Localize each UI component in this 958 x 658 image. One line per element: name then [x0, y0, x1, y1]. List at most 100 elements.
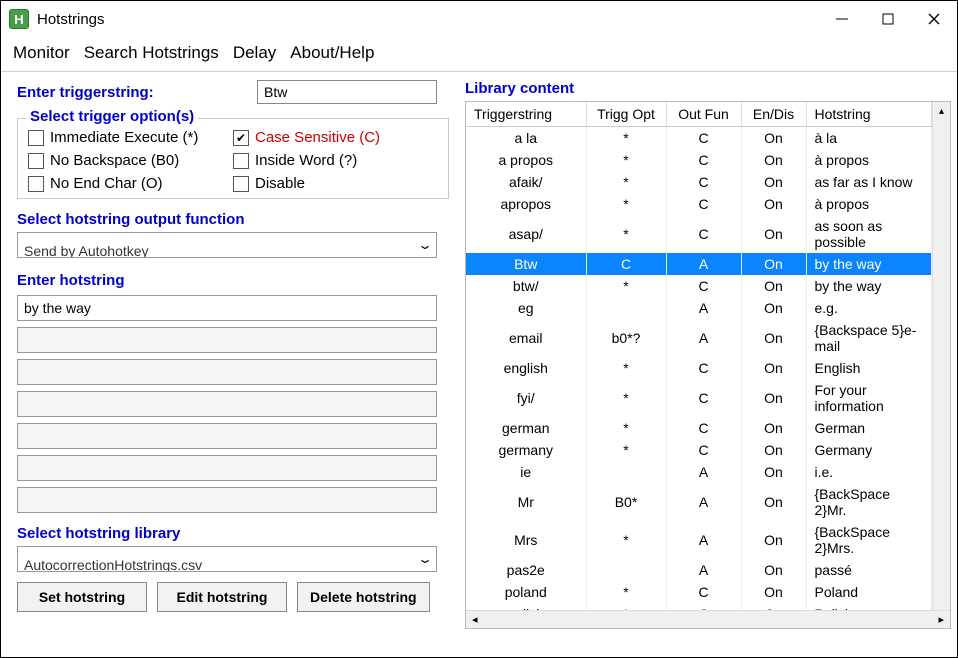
table-row[interactable]: a la*COnà la — [466, 127, 932, 150]
checkbox-box — [28, 176, 44, 192]
checkbox-box — [233, 130, 249, 146]
option-checkbox-4[interactable]: No End Char (O) — [28, 175, 233, 192]
hotstring-line-0[interactable] — [17, 295, 437, 321]
table-cell: C — [666, 149, 741, 171]
scroll-up-icon[interactable]: ▴ — [933, 102, 950, 120]
table-row[interactable]: apropos*COnà propos — [466, 193, 932, 215]
table-cell: On — [741, 581, 806, 603]
checkbox-label: Case Sensitive (C) — [255, 129, 380, 146]
table-row[interactable]: MrB0*AOn{BackSpace 2}Mr. — [466, 483, 932, 521]
table-cell: English — [806, 357, 932, 379]
hotstring-line-5[interactable] — [17, 455, 437, 481]
scroll-right-icon[interactable]: ▸ — [938, 613, 944, 626]
hotstring-line-4[interactable] — [17, 423, 437, 449]
hotstring-line-1[interactable] — [17, 327, 437, 353]
horizontal-scrollbar[interactable]: ◂ ▸ — [466, 610, 950, 628]
table-cell: A — [666, 521, 741, 559]
table-row[interactable]: fyi/*COnFor your information — [466, 379, 932, 417]
option-checkbox-0[interactable]: Immediate Execute (*) — [28, 129, 233, 146]
column-header[interactable]: Hotstring — [806, 102, 932, 127]
table-cell: email — [466, 319, 586, 357]
table-cell: asap/ — [466, 215, 586, 253]
table-cell: On — [741, 379, 806, 417]
hotstring-line-3[interactable] — [17, 391, 437, 417]
menubar: Monitor Search Hotstrings Delay About/He… — [1, 37, 957, 72]
trigger-input[interactable] — [257, 80, 437, 104]
right-panel: Library content TriggerstringTrigg OptOu… — [461, 72, 957, 654]
scroll-left-icon[interactable]: ◂ — [472, 613, 478, 626]
table-cell: * — [586, 357, 666, 379]
checkbox-box — [233, 176, 249, 192]
library-content-title: Library content — [465, 80, 951, 97]
edit-hotstring-button[interactable]: Edit hotstring — [157, 582, 287, 612]
table-cell: On — [741, 417, 806, 439]
library-table[interactable]: TriggerstringTrigg OptOut FunEn/DisHotst… — [466, 102, 932, 629]
table-row[interactable]: btw/*COnby the way — [466, 275, 932, 297]
table-row[interactable]: Mrs*AOn{BackSpace 2}Mrs. — [466, 521, 932, 559]
table-row[interactable]: poland*COnPoland — [466, 581, 932, 603]
table-row[interactable]: german*COnGerman — [466, 417, 932, 439]
table-cell: A — [666, 253, 741, 275]
table-row[interactable]: ieAOni.e. — [466, 461, 932, 483]
table-cell: i.e. — [806, 461, 932, 483]
menu-about-help[interactable]: About/Help — [290, 43, 374, 63]
table-cell: C — [666, 581, 741, 603]
menu-delay[interactable]: Delay — [233, 43, 276, 63]
table-cell: C — [666, 357, 741, 379]
output-fn-select[interactable]: Send by Autohotkey ⌄ — [17, 232, 437, 258]
table-cell: a la — [466, 127, 586, 150]
enter-hotstring-label: Enter hotstring — [17, 272, 449, 289]
hotstring-line-2[interactable] — [17, 359, 437, 385]
option-checkbox-3[interactable]: Inside Word (?) — [233, 152, 438, 169]
delete-hotstring-button[interactable]: Delete hotstring — [297, 582, 430, 612]
table-cell: C — [666, 275, 741, 297]
option-checkbox-2[interactable]: No Backspace (B0) — [28, 152, 233, 169]
minimize-button[interactable] — [819, 1, 865, 37]
table-row[interactable]: afaik/*COnas far as I know — [466, 171, 932, 193]
menu-monitor[interactable]: Monitor — [13, 43, 70, 63]
column-header[interactable]: Out Fun — [666, 102, 741, 127]
table-cell: Btw — [466, 253, 586, 275]
table-cell: * — [586, 127, 666, 150]
table-row[interactable]: asap/*COnas soon as possible — [466, 215, 932, 253]
close-button[interactable] — [911, 1, 957, 37]
titlebar: H Hotstrings — [1, 1, 957, 37]
table-cell: afaik/ — [466, 171, 586, 193]
maximize-icon — [881, 12, 895, 26]
option-checkbox-5[interactable]: Disable — [233, 175, 438, 192]
table-cell: * — [586, 379, 666, 417]
table-row[interactable]: BtwCAOnby the way — [466, 253, 932, 275]
column-header[interactable]: Triggerstring — [466, 102, 586, 127]
enter-trigger-label: Enter triggerstring: — [17, 84, 257, 101]
table-cell — [586, 559, 666, 581]
table-row[interactable]: germany*COnGermany — [466, 439, 932, 461]
table-cell: On — [741, 439, 806, 461]
option-checkbox-1[interactable]: Case Sensitive (C) — [233, 129, 438, 146]
table-cell: fyi/ — [466, 379, 586, 417]
hotstring-line-6[interactable] — [17, 487, 437, 513]
table-cell: as soon as possible — [806, 215, 932, 253]
table-cell: Mr — [466, 483, 586, 521]
vertical-scrollbar[interactable]: ▴ — [932, 102, 950, 610]
table-cell: * — [586, 275, 666, 297]
table-row[interactable]: pas2eAOnpassé — [466, 559, 932, 581]
column-header[interactable]: En/Dis — [741, 102, 806, 127]
set-hotstring-button[interactable]: Set hotstring — [17, 582, 147, 612]
maximize-button[interactable] — [865, 1, 911, 37]
library-table-wrap: TriggerstringTrigg OptOut FunEn/DisHotst… — [465, 101, 951, 629]
library-select[interactable]: AutocorrectionHotstrings.csv ⌄ — [17, 546, 437, 572]
table-cell: On — [741, 297, 806, 319]
table-cell: On — [741, 171, 806, 193]
table-cell: On — [741, 521, 806, 559]
table-row[interactable]: emailb0*?AOn{Backspace 5}e-mail — [466, 319, 932, 357]
table-cell: à propos — [806, 193, 932, 215]
table-cell: Poland — [806, 581, 932, 603]
table-row[interactable]: egAOne.g. — [466, 297, 932, 319]
table-cell: On — [741, 193, 806, 215]
menu-search-hotstrings[interactable]: Search Hotstrings — [84, 43, 219, 63]
table-cell: C — [666, 127, 741, 150]
table-row[interactable]: a propos*COnà propos — [466, 149, 932, 171]
column-header[interactable]: Trigg Opt — [586, 102, 666, 127]
table-row[interactable]: english*COnEnglish — [466, 357, 932, 379]
checkbox-label: Inside Word (?) — [255, 152, 357, 169]
